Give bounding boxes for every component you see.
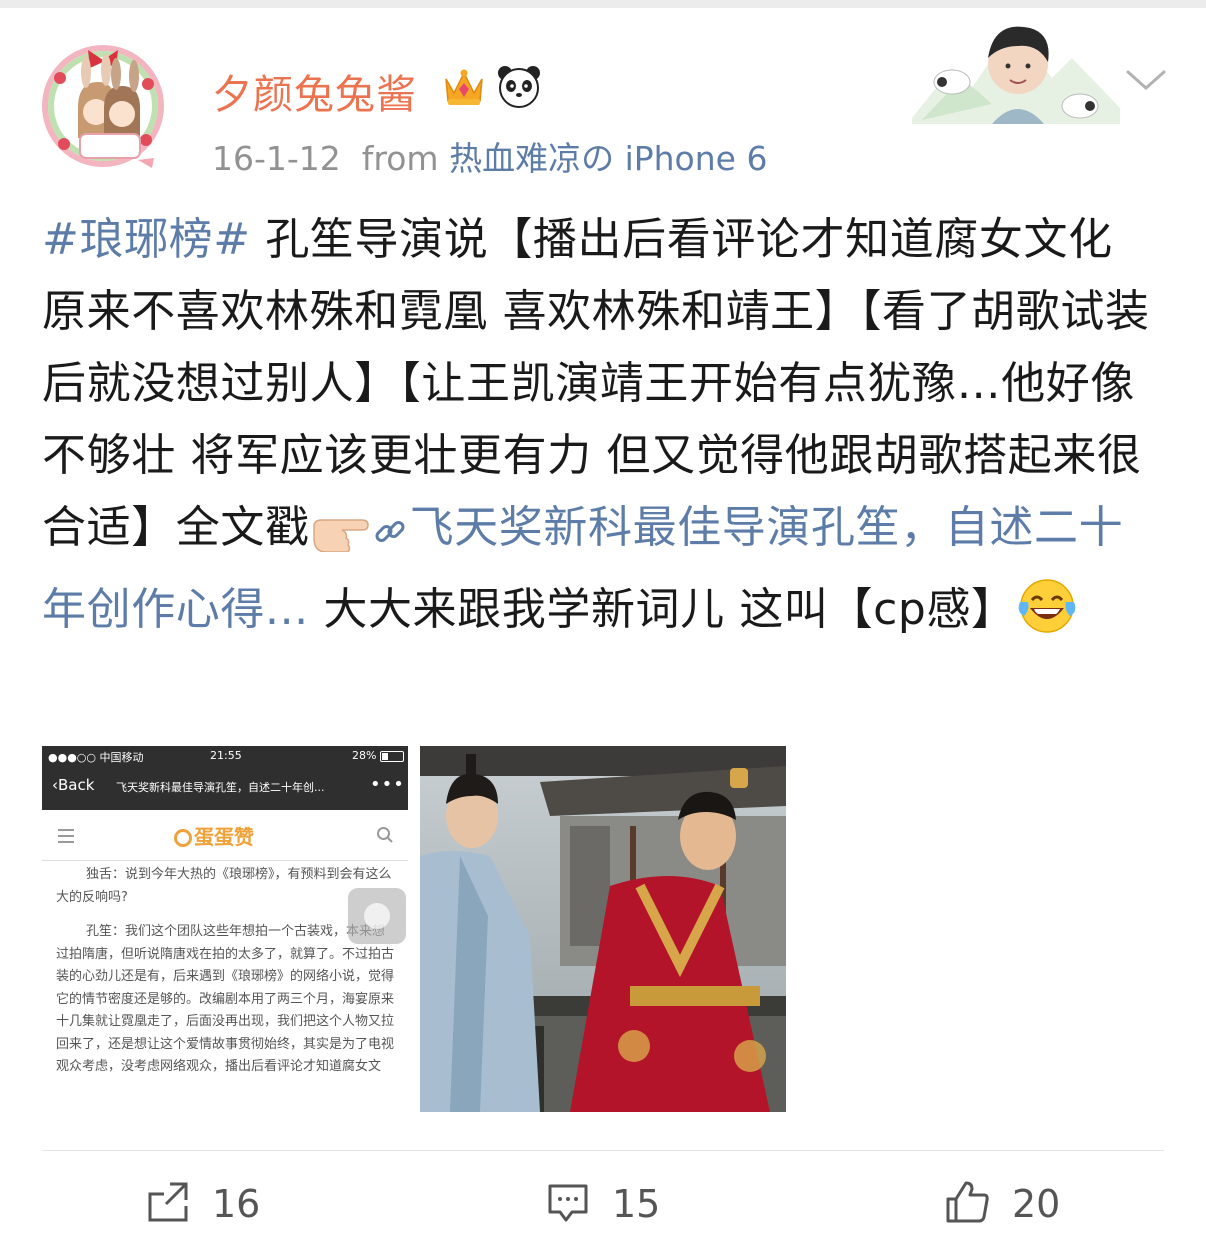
user-avatar[interactable] — [30, 28, 176, 180]
assistive-touch-button — [348, 888, 406, 944]
clock: 21:55 — [210, 749, 242, 762]
panda-badge-icon[interactable] — [496, 63, 542, 113]
source-prefix: from — [361, 139, 439, 178]
screenshot-title: 飞天奖新科最佳导演孔笙，自述二十年创... — [116, 781, 325, 794]
comment-count: 15 — [612, 1182, 661, 1226]
hamburger-icon — [58, 828, 74, 843]
pointing-hand-emoji — [310, 502, 370, 574]
battery-icon — [380, 751, 404, 762]
site-logo-text: 蛋蛋赞 — [194, 825, 254, 849]
laughing-emoji — [1016, 578, 1078, 656]
post-source[interactable]: 热血难凉の iPhone 6 — [449, 139, 767, 178]
back-button: ‹Back — [52, 776, 95, 794]
battery: 28% — [352, 749, 377, 762]
back-label: Back — [58, 776, 95, 794]
chevron-down-icon[interactable] — [1124, 64, 1168, 96]
card-decoration — [912, 8, 1120, 124]
phone-status-bar: ●●●○○ 中国移动 21:55 28% — [48, 749, 404, 765]
footer-divider — [42, 1150, 1164, 1151]
comment-button[interactable]: 15 — [546, 1176, 660, 1232]
post-image-drama-still[interactable] — [420, 746, 786, 1112]
top-band — [0, 0, 1206, 8]
like-button[interactable]: 20 — [944, 1176, 1060, 1232]
link-icon — [370, 502, 410, 574]
site-logo: 蛋蛋赞 — [174, 821, 254, 850]
repost-button[interactable]: 16 — [146, 1176, 260, 1232]
more-icon: ••• — [370, 774, 405, 795]
post-text-part2: 大大来跟我学新词儿 这叫【cp感】 — [308, 584, 1016, 635]
repost-count: 16 — [212, 1182, 261, 1226]
username[interactable]: 夕颜兔兔酱 — [212, 62, 417, 120]
search-icon — [376, 826, 394, 844]
hashtag-link[interactable]: #琅琊榜# — [42, 214, 251, 265]
post-date: 16-1-12 — [212, 139, 341, 178]
excerpt-para: 独舌：说到今年大热的《琅琊榜》，有预料到会有这么大的反响吗? — [56, 867, 392, 905]
crown-badge-icon[interactable] — [440, 63, 488, 113]
excerpt-para: 孔笙：我们这个团队这些年想拍一个古装戏，本来想过拍隋唐，但听说隋唐戏在拍的太多了… — [56, 924, 395, 1074]
article-excerpt: 独舌：说到今年大热的《琅琊榜》，有预料到会有这么大的反响吗? 孔笙：我们这个团队… — [56, 864, 396, 1091]
user-badges — [440, 64, 542, 112]
post-image-screenshot[interactable]: ●●●○○ 中国移动 21:55 28% ‹Back 飞天奖新科最佳导演孔笙，自… — [42, 746, 408, 1112]
repost-icon — [146, 1180, 190, 1228]
like-icon — [944, 1179, 990, 1229]
post-text: #琅琊榜# 孔笙导演说【播出后看评论才知道腐女文化 原来不喜欢林殊和霓凰 喜欢林… — [42, 204, 1164, 656]
post-meta: 16-1-12 from 热血难凉の iPhone 6 — [212, 132, 767, 180]
carrier: ●●●○○ 中国移动 — [48, 751, 144, 764]
comment-icon — [546, 1180, 590, 1228]
like-count: 20 — [1012, 1182, 1061, 1226]
